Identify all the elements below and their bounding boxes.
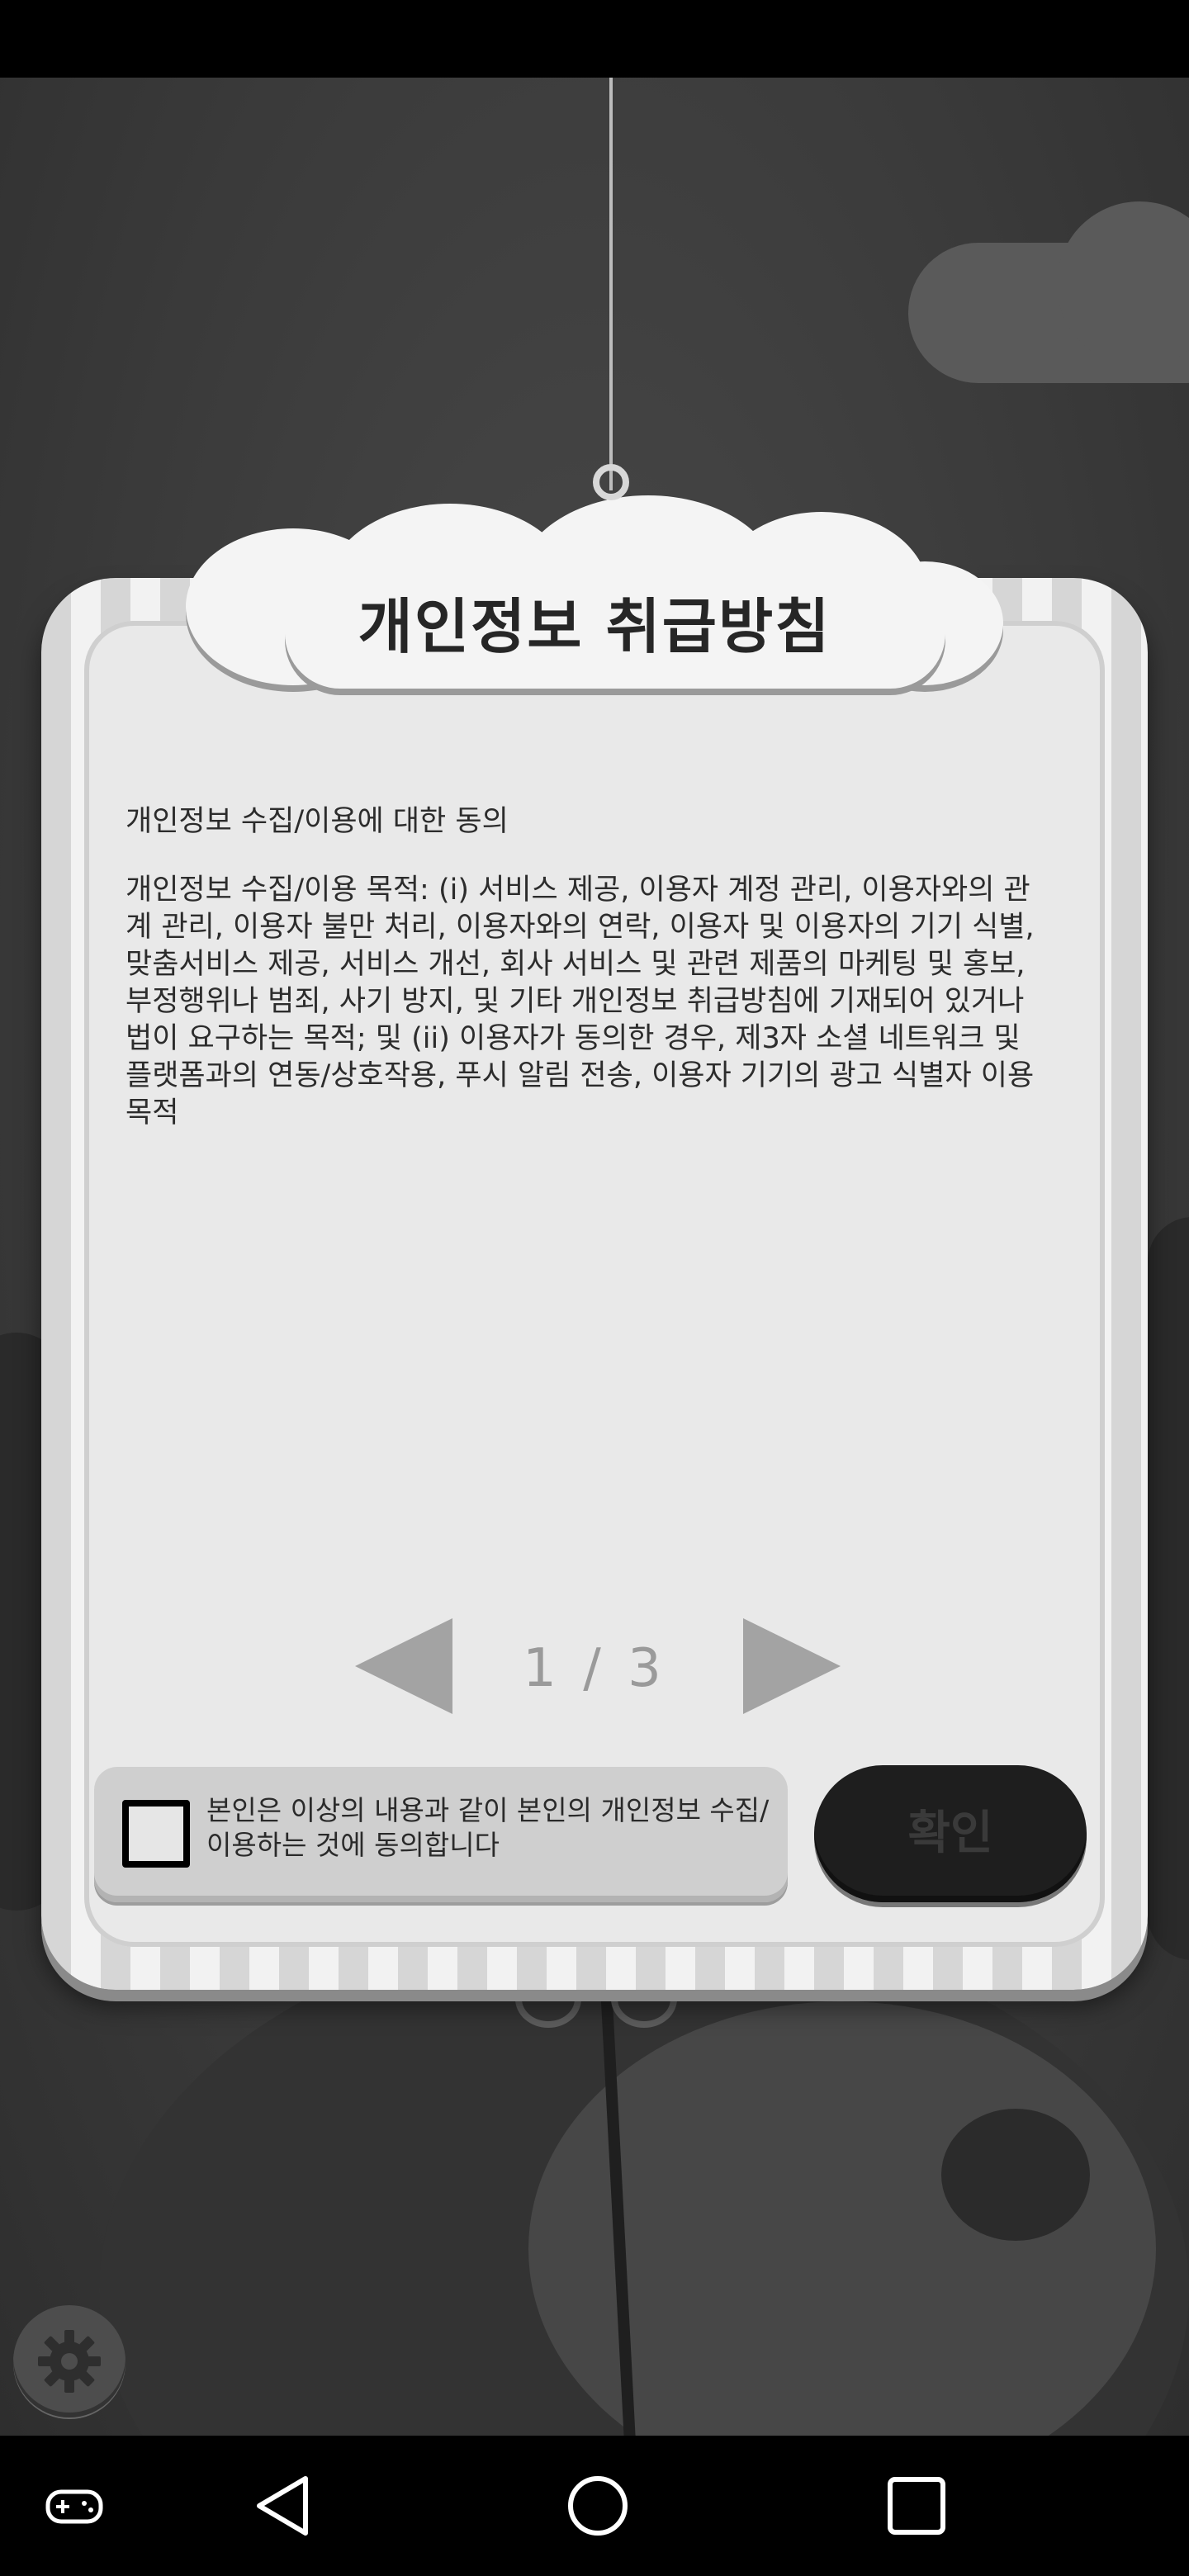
hanging-string xyxy=(609,78,613,490)
next-page-button[interactable] xyxy=(743,1618,841,1714)
back-icon xyxy=(257,2476,308,2536)
background-candy xyxy=(941,2109,1090,2241)
agreement-text: 본인은 이상의 내용과 같이 본인의 개인정보 수집/이용하는 것에 동의합니다 xyxy=(206,1794,770,1861)
policy-body: 개인정보 수집/이용 목적: (i) 서비스 제공, 이용자 계정 관리, 이용… xyxy=(126,874,1035,1129)
gamepad-icon xyxy=(45,2489,103,2524)
home-icon xyxy=(568,2476,628,2536)
previous-page-button[interactable] xyxy=(355,1618,452,1714)
settings-button[interactable] xyxy=(13,2305,126,2417)
hook-ring xyxy=(593,464,629,500)
status-bar xyxy=(0,0,1189,78)
policy-heading: 개인정보 수집/이용에 대한 동의 xyxy=(126,805,509,838)
recents-button[interactable] xyxy=(859,2436,974,2576)
gamepad-button[interactable] xyxy=(17,2436,132,2576)
recents-icon xyxy=(888,2477,945,2535)
home-button[interactable] xyxy=(540,2436,656,2576)
page-indicator: 1 / 3 xyxy=(523,1638,666,1699)
background-decoration xyxy=(1148,1217,1189,1960)
back-button[interactable] xyxy=(226,2436,342,2576)
dialog-title: 개인정보 취급방침 xyxy=(358,592,831,661)
agreement-box[interactable]: 본인은 이상의 내용과 같이 본인의 개인정보 수집/이용하는 것에 동의합니다 xyxy=(94,1767,788,1902)
system-navigation-bar xyxy=(0,2436,1189,2576)
gear-icon xyxy=(38,2330,101,2393)
confirm-button[interactable]: 확인 xyxy=(814,1765,1087,1902)
agreement-checkbox[interactable] xyxy=(122,1800,190,1868)
